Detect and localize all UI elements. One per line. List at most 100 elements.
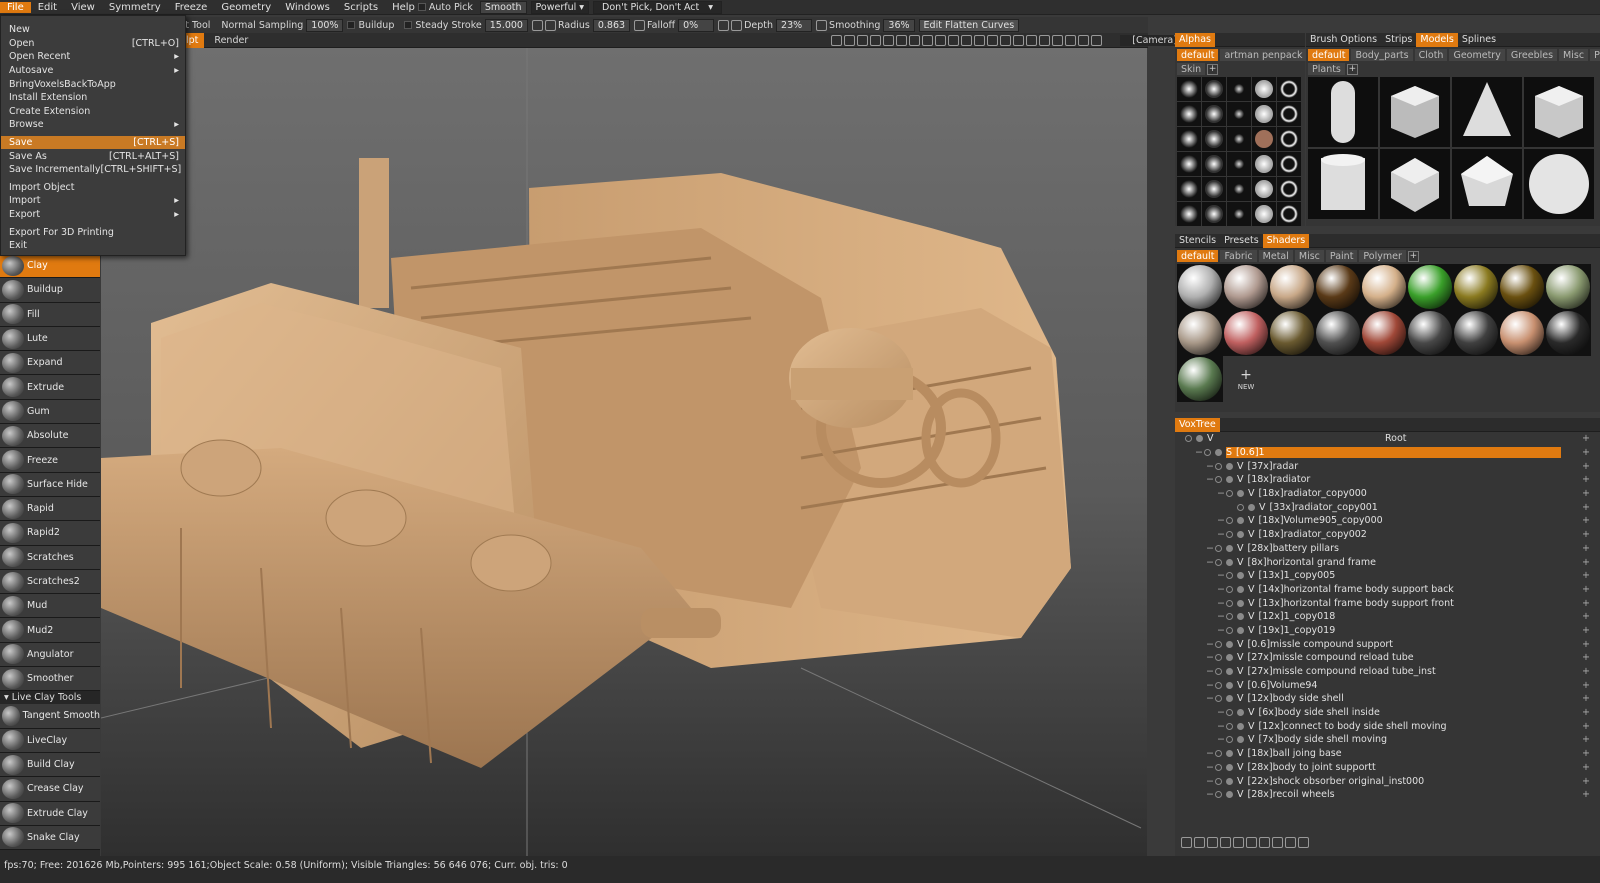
- eye-icon[interactable]: [1215, 763, 1222, 771]
- models-tab-greebles[interactable]: Greebles: [1506, 49, 1558, 61]
- move-icon[interactable]: [1246, 837, 1257, 848]
- file-menu-item-open[interactable]: Open [CTRL+O]: [1, 37, 185, 51]
- visibility-icon[interactable]: [1226, 476, 1233, 484]
- expand-icon[interactable]: −: [1195, 447, 1204, 458]
- add-tab-icon[interactable]: +: [1407, 250, 1419, 262]
- tool-gum[interactable]: Gum: [0, 399, 100, 425]
- edit-flatten-curves-button[interactable]: Edit Flatten Curves: [918, 18, 1020, 32]
- voxtree-item[interactable]: − V [12x]connect to body side shell moving…: [1175, 719, 1600, 733]
- voxtree-item[interactable]: − V [28x]battery pillars +: [1175, 542, 1600, 556]
- voxtree-item[interactable]: − V [0.6]Volume94 +: [1175, 678, 1600, 692]
- file-menu-item-save-incrementally[interactable]: Save Incrementally [CTRL+SHIFT+S]: [1, 163, 185, 177]
- eye-icon[interactable]: [1215, 681, 1222, 689]
- expand-icon[interactable]: −: [1206, 639, 1215, 650]
- tool-mud2[interactable]: Mud2: [0, 618, 100, 643]
- model-capsule[interactable]: [1308, 77, 1378, 147]
- add-icon[interactable]: +: [1582, 762, 1590, 773]
- voxtree-item[interactable]: − V [18x]Volume905_copy000 +: [1175, 514, 1600, 528]
- menu-view[interactable]: View: [64, 2, 102, 13]
- tool-scratches2[interactable]: Scratches2: [0, 569, 100, 595]
- powerful-dropdown[interactable]: Powerful ▾: [530, 0, 590, 14]
- fit-icon[interactable]: [948, 34, 960, 46]
- room-tab-render[interactable]: Render: [204, 35, 258, 46]
- tool-rapid2[interactable]: Rapid2: [0, 521, 100, 546]
- alpha-thumb[interactable]: [1202, 152, 1226, 176]
- visibility-icon[interactable]: [1196, 435, 1203, 443]
- shader-thumb[interactable]: [1361, 264, 1407, 310]
- models-tab-default[interactable]: default: [1308, 49, 1350, 61]
- eye-icon[interactable]: [1185, 435, 1192, 443]
- visibility-icon[interactable]: [1226, 668, 1233, 676]
- menu-help[interactable]: Help: [385, 2, 422, 13]
- tool-freeze[interactable]: Freeze: [0, 448, 100, 473]
- light-icon[interactable]: [857, 34, 869, 46]
- voxtree-item[interactable]: − V [12x]body side shell +: [1175, 692, 1600, 706]
- alpha-thumb[interactable]: [1277, 127, 1301, 151]
- visibility-icon[interactable]: [1226, 654, 1233, 662]
- alpha-thumb[interactable]: [1277, 77, 1301, 101]
- tool-smoother[interactable]: Smoother: [0, 667, 100, 692]
- eye-icon[interactable]: [1226, 517, 1233, 525]
- tool-crease-clay[interactable]: Crease Clay: [0, 777, 100, 802]
- visibility-icon[interactable]: [1226, 763, 1233, 771]
- ortho-icon[interactable]: [1026, 34, 1038, 46]
- tab-shaders[interactable]: Shaders: [1262, 233, 1310, 248]
- lock-icon[interactable]: [731, 19, 743, 31]
- eye-icon[interactable]: [1226, 585, 1233, 593]
- alpha-thumb[interactable]: [1227, 152, 1251, 176]
- voxtree-item[interactable]: − V [19x]1_copy019 +: [1175, 624, 1600, 638]
- shader-tab-metal[interactable]: Metal: [1258, 250, 1293, 262]
- voxtree-item[interactable]: − V [13x]1_copy005 +: [1175, 569, 1600, 583]
- expand-icon[interactable]: [1285, 837, 1296, 848]
- visibility-icon[interactable]: [1226, 791, 1233, 799]
- menu-freeze[interactable]: Freeze: [168, 2, 215, 13]
- wire-icon[interactable]: [1013, 34, 1025, 46]
- shader-thumb[interactable]: [1499, 310, 1545, 356]
- models-tab-parts[interactable]: Parts: [1590, 49, 1600, 61]
- add-icon[interactable]: +: [1582, 461, 1590, 472]
- zoom-icon[interactable]: [922, 34, 934, 46]
- add-icon[interactable]: +: [1582, 543, 1590, 554]
- axis-icon[interactable]: [870, 34, 882, 46]
- file-menu-item-bringvoxelsbacktoapp[interactable]: BringVoxelsBackToApp: [1, 77, 185, 91]
- alpha-thumb[interactable]: [1202, 102, 1226, 126]
- expand-icon[interactable]: −: [1217, 611, 1226, 622]
- file-menu-item-save-as[interactable]: Save As [CTRL+ALT+S]: [1, 149, 185, 163]
- lock-icon[interactable]: [544, 19, 556, 31]
- eye-icon[interactable]: [1215, 476, 1222, 484]
- visibility-icon[interactable]: [1237, 572, 1244, 580]
- voxtree-item[interactable]: − V [0.6]missle compound support +: [1175, 637, 1600, 651]
- window-icon[interactable]: [1091, 34, 1103, 46]
- smooth-dropdown[interactable]: Smooth: [479, 0, 527, 14]
- tool-liveclay[interactable]: LiveClay: [0, 728, 100, 753]
- shader-thumb[interactable]: [1315, 264, 1361, 310]
- eye-icon[interactable]: [1215, 668, 1222, 676]
- shader-thumb[interactable]: [1407, 264, 1453, 310]
- tab-voxtree[interactable]: VoxTree: [1175, 417, 1220, 432]
- alpha-thumb[interactable]: [1252, 152, 1276, 176]
- frame-icon[interactable]: [974, 34, 986, 46]
- tool-rapid[interactable]: Rapid: [0, 496, 100, 522]
- eye-icon[interactable]: [1215, 750, 1222, 758]
- eye-icon[interactable]: [1226, 626, 1233, 634]
- alpha-thumb[interactable]: [1202, 177, 1226, 201]
- model-dodecahedron[interactable]: [1380, 149, 1450, 219]
- new-shader-button[interactable]: + NEW: [1223, 356, 1269, 402]
- pen-icon[interactable]: [634, 19, 646, 31]
- screen-icon[interactable]: [1065, 34, 1077, 46]
- smoothing-field[interactable]: 36%: [883, 18, 915, 32]
- add-icon[interactable]: +: [1582, 570, 1590, 581]
- visibility-icon[interactable]: [1237, 599, 1244, 607]
- 3d-viewport[interactable]: [101, 48, 1147, 856]
- alpha-thumb[interactable]: [1202, 202, 1226, 226]
- alpha-thumb[interactable]: [1177, 127, 1201, 151]
- expand-icon[interactable]: −: [1206, 474, 1215, 485]
- eye-icon[interactable]: [1215, 558, 1222, 566]
- visibility-icon[interactable]: [1226, 750, 1233, 758]
- expand-icon[interactable]: −: [1217, 529, 1226, 540]
- shader-thumb[interactable]: [1177, 264, 1223, 310]
- alphas-tab-skin[interactable]: Skin: [1177, 63, 1206, 75]
- add-icon[interactable]: +: [1582, 447, 1590, 458]
- voxtree-item[interactable]: − V [18x]radiator +: [1175, 473, 1600, 487]
- expand-icon[interactable]: −: [1206, 789, 1215, 800]
